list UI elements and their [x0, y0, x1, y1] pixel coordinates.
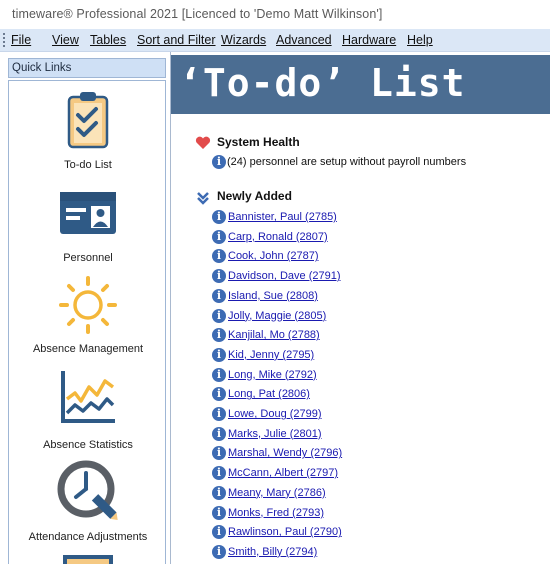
sun-icon	[59, 276, 117, 334]
window-title-bar: timeware® Professional 2021 [Licenced to…	[0, 0, 550, 29]
info-icon: i	[212, 387, 226, 402]
quick-link-attendance-adjustments[interactable]: Attendance Adjustments	[9, 459, 165, 549]
menu-help[interactable]: Help	[407, 33, 433, 47]
info-icon: i	[212, 367, 226, 382]
info-icon: i	[212, 229, 226, 244]
person-link[interactable]: Lowe, Doug (2799)	[228, 408, 322, 420]
newly-added-title: Newly Added	[217, 189, 292, 203]
person-link[interactable]: Bannister, Paul (2785)	[228, 211, 337, 223]
quick-link-absence-statistics[interactable]: Absence Statistics	[9, 369, 165, 455]
person-link[interactable]: Rawlinson, Paul (2790)	[228, 526, 342, 538]
line-graph-icon	[61, 371, 115, 423]
menu-bar: File View Tables Sort and Filter Wizards…	[0, 29, 550, 52]
info-icon: i	[212, 347, 226, 362]
info-icon: i	[212, 446, 226, 461]
person-link[interactable]: Cook, John (2787)	[228, 250, 319, 262]
system-health-message: (24) personnel are setup without payroll…	[227, 156, 467, 168]
info-icon: i	[212, 288, 226, 303]
info-icon: i	[212, 505, 226, 520]
window-title: timeware® Professional 2021 [Licenced to…	[12, 7, 383, 21]
person-link[interactable]: Monks, Fred (2793)	[228, 507, 324, 519]
person-link[interactable]: Marshal, Wendy (2796)	[228, 447, 342, 459]
quick-link-label: Attendance Adjustments	[28, 531, 148, 543]
quick-link-label: Absence Statistics	[43, 439, 133, 451]
quick-link-label: Personnel	[63, 252, 113, 264]
menu-wizards[interactable]: Wizards	[221, 33, 266, 47]
quick-links-header: Quick Links	[8, 58, 166, 78]
person-link[interactable]: Davidson, Dave (2791)	[228, 270, 341, 282]
system-health-title: System Health	[217, 135, 300, 149]
todo-content-pane: ‘To-do’ List System Health i (24) person…	[171, 52, 550, 564]
info-icon: i	[212, 426, 226, 441]
info-icon: i	[212, 466, 226, 481]
quick-link-label: Absence Management	[32, 343, 144, 355]
expand-chevron-icon[interactable]	[196, 191, 210, 205]
info-icon: i	[212, 525, 226, 540]
info-icon: i	[212, 485, 226, 500]
menu-tables[interactable]: Tables	[90, 33, 126, 47]
menu-sort-and-filter[interactable]: Sort and Filter	[137, 33, 216, 47]
person-link[interactable]: Kanjilal, Mo (2788)	[228, 329, 320, 341]
clipboard-checklist-icon	[67, 92, 109, 149]
info-icon: i	[212, 269, 226, 284]
person-link[interactable]: Jolly, Maggie (2805)	[228, 310, 326, 322]
info-icon: i	[212, 308, 226, 323]
menu-view[interactable]: View	[52, 33, 79, 47]
person-link[interactable]: Marks, Julie (2801)	[228, 428, 322, 440]
person-link[interactable]: Island, Sue (2808)	[228, 290, 318, 302]
heart-icon	[195, 136, 211, 149]
quick-link-todo-list[interactable]: To-do List	[9, 91, 165, 181]
menu-file[interactable]: File	[11, 33, 31, 47]
info-icon: i	[212, 544, 226, 559]
menu-hardware[interactable]: Hardware	[342, 33, 396, 47]
info-icon: i	[212, 210, 226, 224]
info-icon: i	[212, 249, 226, 264]
person-link[interactable]: Kid, Jenny (2795)	[228, 349, 314, 361]
quick-link-absence-management[interactable]: Absence Management	[9, 275, 165, 361]
todo-banner: ‘To-do’ List	[171, 55, 550, 114]
quick-link-personnel[interactable]: Personnel	[9, 185, 165, 265]
quick-link-label: To-do List	[64, 159, 112, 171]
info-icon: i	[212, 407, 226, 421]
person-link[interactable]: Carp, Ronald (2807)	[228, 231, 328, 243]
person-link[interactable]: Smith, Billy (2794)	[228, 546, 317, 558]
person-link[interactable]: Long, Mike (2792)	[228, 369, 317, 381]
person-link[interactable]: Long, Pat (2806)	[228, 388, 310, 400]
calendar-icon	[63, 555, 113, 564]
person-link[interactable]: McCann, Albert (2797)	[228, 467, 338, 479]
toolbar-grip-icon[interactable]	[3, 33, 8, 47]
menu-advanced[interactable]: Advanced	[276, 33, 332, 47]
quick-links-pane: Quick Links To-do List Personnel Absence…	[0, 52, 171, 564]
clock-edit-icon	[57, 460, 118, 520]
info-icon: i	[212, 328, 226, 343]
id-card-icon	[60, 192, 116, 234]
page-title: ‘To-do’ List	[179, 61, 466, 105]
person-link[interactable]: Meany, Mary (2786)	[228, 487, 326, 499]
quick-links-list: To-do List Personnel Absence Management …	[8, 80, 166, 564]
quick-link-partial[interactable]	[9, 553, 165, 564]
info-icon: i	[212, 155, 226, 169]
